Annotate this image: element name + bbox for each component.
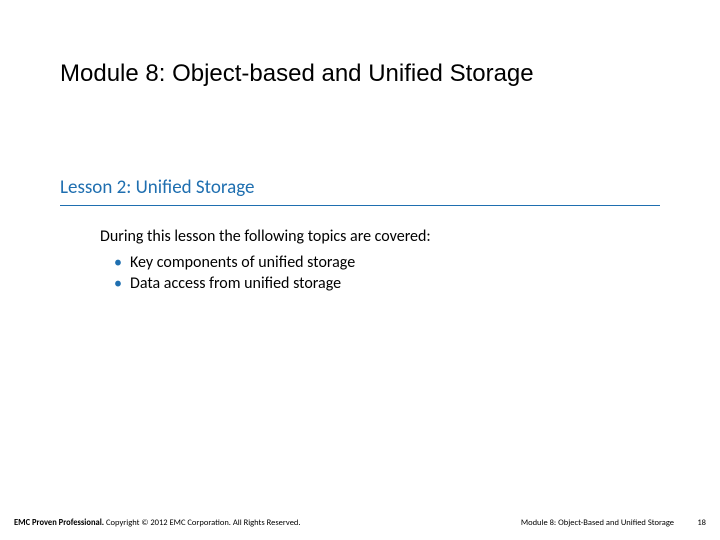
lesson-heading: Lesson 2: Unified Storage xyxy=(60,176,660,205)
lesson-heading-block: Lesson 2: Unified Storage xyxy=(60,176,660,206)
bullet-list: Key components of unified storage Data a… xyxy=(100,252,660,295)
list-item: Key components of unified storage xyxy=(100,252,660,274)
footer-rights: Copyright © 2012 EMC Corporation. All Ri… xyxy=(104,518,300,528)
module-title: Module 8: Object-based and Unified Stora… xyxy=(60,60,580,89)
body-text: During this lesson the following topics … xyxy=(100,226,660,295)
list-item: Data access from unified storage xyxy=(100,273,660,295)
heading-divider xyxy=(60,205,660,206)
footer-copyright: EMC Proven Professional. Copyright © 201… xyxy=(14,518,301,528)
intro-line: During this lesson the following topics … xyxy=(100,226,660,248)
footer-brand: EMC Proven Professional. xyxy=(14,518,104,528)
footer-module: Module 8: Object-Based and Unified Stora… xyxy=(521,518,674,528)
page-number: 18 xyxy=(697,518,706,528)
slide: Module 8: Object-based and Unified Stora… xyxy=(0,0,720,540)
